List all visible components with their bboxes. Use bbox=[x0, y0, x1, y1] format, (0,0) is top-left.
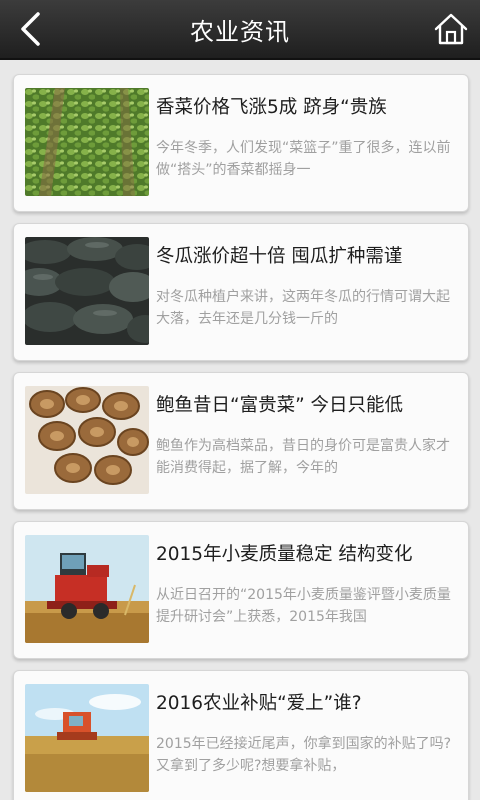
home-button[interactable] bbox=[434, 12, 468, 46]
news-card[interactable]: 2015年小麦质量稳定 结构变化 从近日召开的“2015年小麦质量鉴评暨小麦质量… bbox=[13, 521, 469, 659]
home-icon bbox=[434, 13, 468, 45]
back-button[interactable] bbox=[14, 10, 50, 48]
news-summary: 鲍鱼作为高档菜品，昔日的身价可是富贵人家才能消费得起，据了解，今年的 bbox=[156, 438, 450, 476]
winter-melon-pile-image bbox=[25, 237, 149, 345]
chevron-left-icon bbox=[21, 12, 40, 46]
news-title: 鲍鱼昔日“富贵菜” 今日只能低 bbox=[156, 395, 404, 416]
news-summary: 2015年已经接近尾声，你拿到国家的补贴了吗?又拿到了多少呢?想要拿补贴， bbox=[156, 736, 452, 774]
page-title: 农业资讯 bbox=[190, 17, 290, 46]
coriander-field-image bbox=[25, 88, 149, 196]
news-card[interactable]: 鲍鱼昔日“富贵菜” 今日只能低 鲍鱼作为高档菜品，昔日的身价可是富贵人家才能消费… bbox=[13, 372, 469, 510]
news-summary: 对冬瓜种植户来讲，这两年冬瓜的行情可谓大起大落，去年还是几分钱一斤的 bbox=[156, 289, 450, 327]
news-list[interactable]: 香菜价格飞涨5成 跻身“贵族 今年冬季，人们发现“菜篮子”重了很多，连以前做“搭… bbox=[0, 60, 480, 800]
dried-abalone-image bbox=[25, 386, 149, 494]
news-title: 香菜价格飞涨5成 跻身“贵族 bbox=[156, 97, 387, 118]
news-card[interactable]: 2016农业补贴“爱上”谁? 2015年已经接近尾声，你拿到国家的补贴了吗?又拿… bbox=[13, 670, 469, 800]
combine-harvester-image bbox=[25, 535, 149, 643]
news-title: 冬瓜涨价超十倍 囤瓜扩种需谨 bbox=[156, 246, 403, 267]
news-summary: 今年冬季，人们发现“菜篮子”重了很多，连以前做“搭头”的香菜都摇身一 bbox=[156, 140, 451, 178]
app-header: 农业资讯 bbox=[0, 0, 480, 60]
news-card[interactable]: 冬瓜涨价超十倍 囤瓜扩种需谨 对冬瓜种植户来讲，这两年冬瓜的行情可谓大起大落，去… bbox=[13, 223, 469, 361]
wheat-harvest-field-image bbox=[25, 684, 149, 792]
news-title: 2016农业补贴“爱上”谁? bbox=[156, 693, 362, 714]
news-title: 2015年小麦质量稳定 结构变化 bbox=[156, 544, 413, 565]
news-summary: 从近日召开的“2015年小麦质量鉴评暨小麦质量提升研讨会”上获悉，2015年我国 bbox=[156, 587, 451, 625]
news-card[interactable]: 香菜价格飞涨5成 跻身“贵族 今年冬季，人们发现“菜篮子”重了很多，连以前做“搭… bbox=[13, 74, 469, 212]
